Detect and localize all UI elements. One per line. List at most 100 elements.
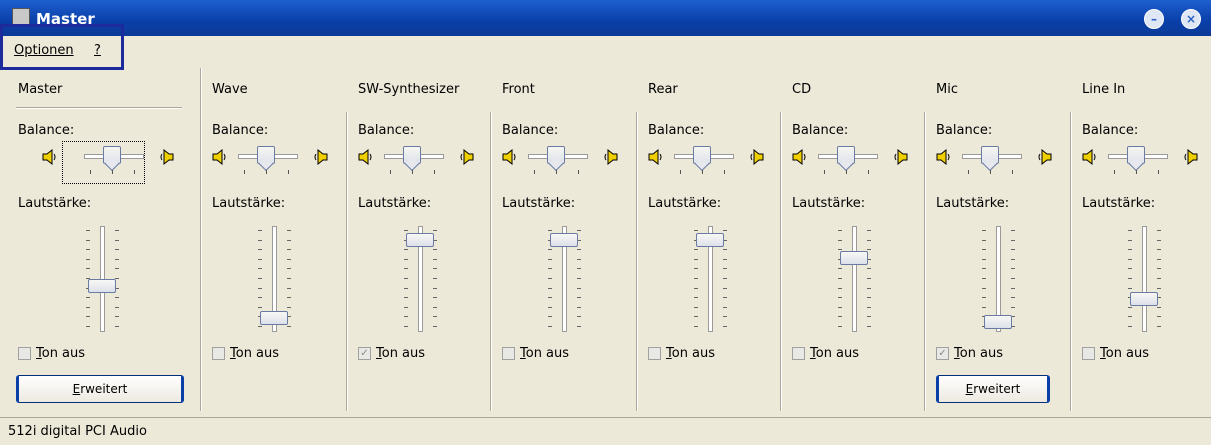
mute-label: Ton aus: [230, 346, 279, 361]
balance-label: Balance:: [358, 123, 415, 138]
balance-slider[interactable]: [670, 144, 736, 174]
channel-title: Line In: [1082, 82, 1126, 97]
channel-separator: [200, 68, 202, 411]
checkbox-box[interactable]: [502, 347, 515, 360]
checkbox-box[interactable]: ✓: [936, 347, 949, 360]
balance-label: Balance:: [212, 123, 269, 138]
window-title: Master: [36, 10, 95, 28]
volume-label: Lautstärke:: [648, 196, 722, 211]
volume-slider[interactable]: [686, 224, 736, 336]
balance-label: Balance:: [502, 123, 559, 138]
balance-thumb[interactable]: [1127, 146, 1145, 164]
mute-label: Ton aus: [810, 346, 859, 361]
channel-separator: [636, 112, 638, 411]
speaker-right-icon: [894, 148, 908, 166]
checkbox-box[interactable]: [648, 347, 661, 360]
volume-slider[interactable]: [540, 224, 590, 336]
volume-label: Lautstärke:: [502, 196, 576, 211]
volume-thumb[interactable]: [260, 310, 288, 325]
volume-slider[interactable]: [250, 224, 300, 336]
app-icon[interactable]: [12, 8, 30, 26]
speaker-right-icon: [1184, 148, 1198, 166]
volume-thumb[interactable]: [840, 251, 868, 265]
channel-separator: [780, 112, 782, 411]
balance-slider[interactable]: [524, 144, 590, 174]
volume-thumb[interactable]: [696, 232, 724, 247]
close-button[interactable]: ×: [1181, 9, 1201, 29]
advanced-button[interactable]: Erweitert: [16, 375, 184, 403]
balance-control: [212, 144, 332, 180]
balance-slider[interactable]: [1104, 144, 1170, 174]
balance-slider[interactable]: [958, 144, 1024, 174]
balance-label: Balance:: [18, 123, 75, 138]
mute-label: Ton aus: [520, 346, 569, 361]
title-bar[interactable]: Master – ×: [0, 0, 1211, 36]
volume-slider[interactable]: [974, 224, 1024, 336]
channel-title: Rear: [648, 82, 678, 97]
balance-slider[interactable]: [234, 144, 300, 174]
mute-label-rest: on aus: [41, 346, 86, 361]
mute-label-rest: on aus: [671, 346, 716, 361]
balance-slider[interactable]: [380, 144, 446, 174]
mute-label-rest: on aus: [1105, 346, 1150, 361]
advanced-button[interactable]: Erweitert: [936, 375, 1050, 403]
balance-thumb[interactable]: [257, 146, 275, 164]
checkbox-box[interactable]: [1082, 347, 1095, 360]
mute-label-rest: on aus: [815, 346, 860, 361]
master-divider: [16, 107, 182, 109]
speaker-right-icon: [460, 148, 474, 166]
balance-control: [358, 144, 478, 180]
channel-title: Mic: [936, 82, 958, 97]
volume-label: Lautstärke:: [792, 196, 866, 211]
balance-label: Balance:: [936, 123, 993, 138]
mute-label: Ton aus: [954, 346, 1003, 361]
balance-thumb[interactable]: [693, 146, 711, 164]
volume-label: Lautstärke:: [358, 196, 432, 211]
status-bar: 512i digital PCI Audio: [0, 417, 1211, 445]
volume-thumb[interactable]: [550, 232, 578, 247]
balance-thumb[interactable]: [981, 146, 999, 164]
volume-slider[interactable]: [396, 224, 446, 336]
menu-optionen[interactable]: Optionen: [14, 43, 74, 58]
speaker-left-icon: [1082, 148, 1096, 166]
balance-control: [648, 144, 768, 180]
channel-title: Wave: [212, 82, 248, 97]
mute-label-rest: on aus: [525, 346, 570, 361]
volume-slider[interactable]: [78, 224, 128, 336]
balance-thumb[interactable]: [403, 146, 421, 164]
balance-label: Balance:: [792, 123, 849, 138]
volume-thumb[interactable]: [406, 232, 434, 247]
advanced-rest: rweitert: [80, 382, 128, 396]
menu-optionen-label: Optionen: [14, 43, 74, 58]
minimize-button[interactable]: –: [1144, 9, 1164, 29]
menu-help[interactable]: ?: [94, 43, 101, 58]
balance-thumb[interactable]: [547, 146, 565, 164]
channel-separator: [490, 112, 492, 411]
volume-label: Lautstärke:: [936, 196, 1010, 211]
menu-bar: Optionen ?: [0, 36, 1211, 66]
volume-thumb[interactable]: [984, 315, 1012, 330]
balance-slider[interactable]: [814, 144, 880, 174]
speaker-left-icon: [42, 148, 56, 166]
volume-slider[interactable]: [1120, 224, 1170, 336]
speaker-left-icon: [792, 148, 806, 166]
speaker-left-icon: [358, 148, 372, 166]
volume-thumb[interactable]: [1130, 292, 1158, 307]
channel-title: SW-Synthesizer: [358, 82, 460, 97]
balance-thumb[interactable]: [837, 146, 855, 164]
speaker-right-icon: [160, 148, 174, 166]
volume-slider[interactable]: [830, 224, 880, 336]
checkbox-box[interactable]: [212, 347, 225, 360]
balance-control: [792, 144, 912, 180]
checkbox-box[interactable]: [792, 347, 805, 360]
speaker-left-icon: [212, 148, 226, 166]
channel-title: Front: [502, 82, 535, 97]
checkbox-box[interactable]: ✓: [358, 347, 371, 360]
checkbox-box[interactable]: [18, 347, 31, 360]
mute-label: Ton aus: [666, 346, 715, 361]
speaker-right-icon: [314, 148, 328, 166]
mute-label-rest: on aus: [381, 346, 426, 361]
speaker-left-icon: [502, 148, 516, 166]
mute-label-rest: on aus: [959, 346, 1004, 361]
volume-thumb[interactable]: [88, 278, 116, 293]
